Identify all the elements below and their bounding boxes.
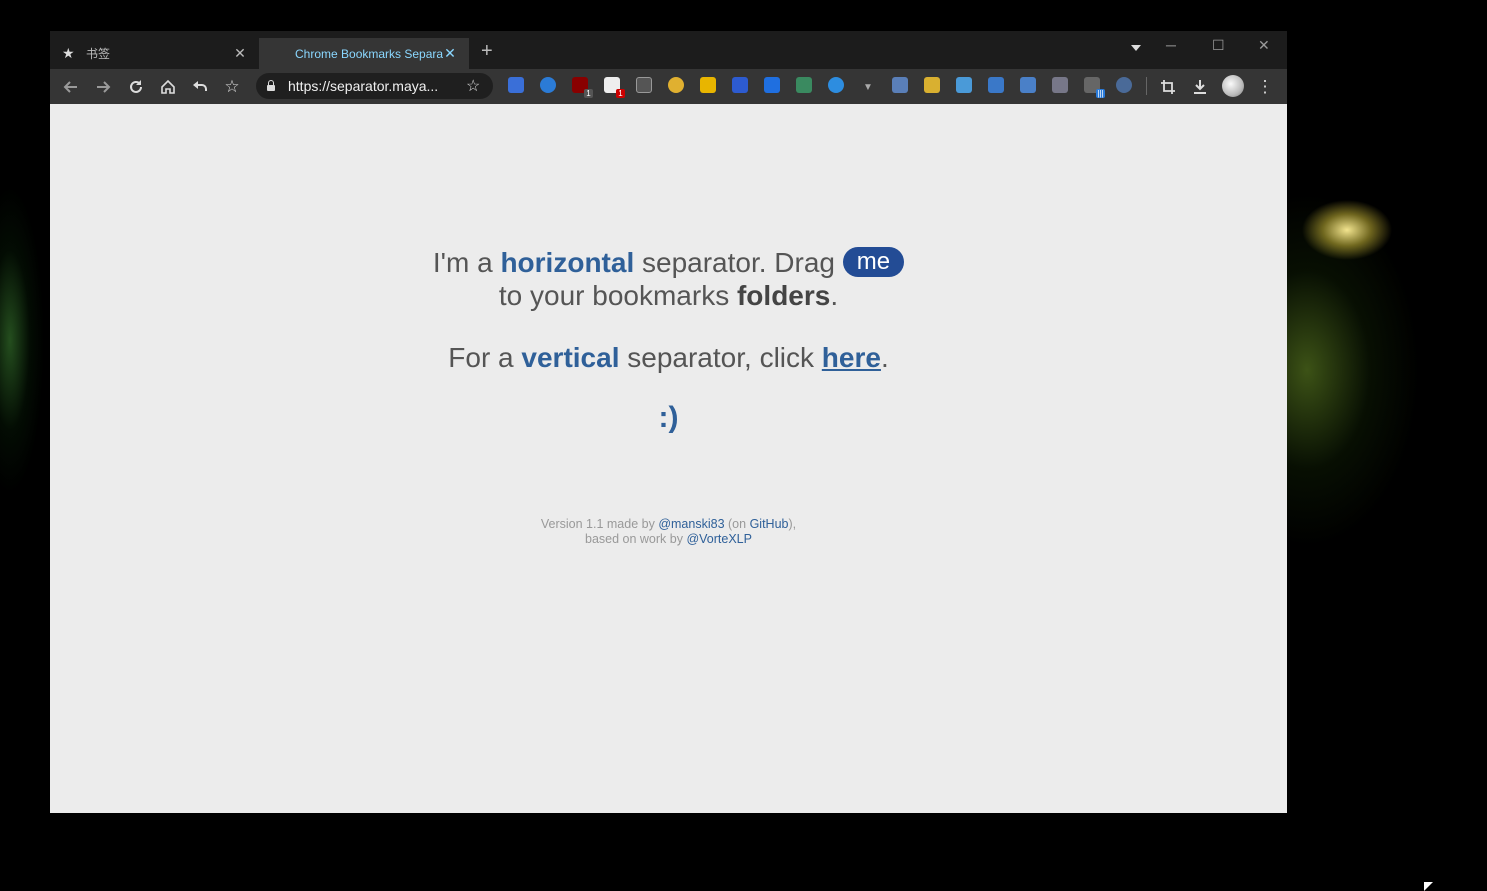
mouse-cursor — [1424, 882, 1433, 891]
credit-link[interactable]: @VorteXLP — [686, 532, 752, 546]
avatar[interactable] — [1222, 75, 1244, 97]
minimize-icon[interactable]: ─ — [1166, 37, 1176, 53]
github-link[interactable]: GitHub — [750, 517, 789, 531]
line3-prefix: For a — [448, 342, 514, 373]
vertical-keyword: vertical — [521, 342, 620, 373]
download-icon[interactable] — [1189, 76, 1211, 98]
desktop-wallpaper-glow-left — [0, 180, 50, 560]
image-extension-icon[interactable] — [1052, 77, 1068, 93]
smiley: :) — [658, 401, 679, 434]
z-extension-icon[interactable] — [764, 77, 780, 93]
footer-line-2: based on work by @VorteXLP — [50, 532, 1287, 546]
extension-icon[interactable]: 1 — [604, 77, 625, 98]
web-extension-icon[interactable] — [796, 77, 812, 93]
author-link[interactable]: @manski83 — [658, 517, 724, 531]
folders-keyword: folders — [736, 280, 831, 311]
browser-toolbar: ☆ https://separator.maya... ☆ 1 1 ▼ ||| — [50, 69, 1287, 104]
undo-icon[interactable] — [189, 76, 211, 98]
back-arrow-icon[interactable] — [60, 76, 82, 98]
translate-extension-icon[interactable] — [540, 77, 556, 93]
browser-window: ★ 书签 ✕ Chrome Bookmarks Separator ✕ + ─ … — [50, 31, 1287, 813]
user-extension-icon[interactable] — [1116, 77, 1132, 93]
ublock-extension-icon[interactable]: 1 — [572, 77, 593, 98]
folder-extension-icon[interactable] — [892, 77, 908, 93]
chat-extension-icon[interactable] — [732, 77, 748, 93]
tab-strip: ★ 书签 ✕ Chrome Bookmarks Separator ✕ + ─ … — [50, 31, 1287, 69]
tab-separator[interactable]: Chrome Bookmarks Separator ✕ — [259, 38, 469, 69]
close-icon[interactable]: ✕ — [443, 45, 457, 62]
cookie-extension-icon[interactable] — [668, 77, 684, 93]
address-bar[interactable]: https://separator.maya... ☆ — [256, 73, 493, 99]
bird-extension-icon[interactable] — [700, 77, 716, 93]
line2-suffix: . — [830, 280, 839, 311]
drag-me-separator[interactable]: me — [842, 247, 905, 277]
here-link[interactable]: here — [822, 342, 881, 373]
footer-line-1: Version 1.1 made by @manski83 (on GitHub… — [50, 517, 1287, 531]
based-text: based on work by — [585, 532, 683, 546]
vertical-line: For a vertical separator, click here. — [50, 342, 1287, 374]
tab-extension-icon[interactable]: ||| — [1084, 77, 1105, 98]
line1-prefix: I'm a — [432, 247, 493, 278]
headline-line-2: to your bookmarks folders. — [50, 280, 1287, 312]
headline-line-1: I'm a horizontal separator. Drag me — [50, 247, 1287, 279]
url-text[interactable]: https://separator.maya... — [288, 78, 458, 94]
line1-middle: separator. Drag — [642, 247, 835, 278]
tab-bookmarks[interactable]: ★ 书签 ✕ — [50, 38, 259, 69]
desktop-wallpaper-glow — [1287, 140, 1487, 700]
window-close-icon[interactable]: ✕ — [1258, 37, 1270, 54]
close-icon[interactable]: ✕ — [233, 45, 247, 62]
star-icon[interactable]: ☆ — [466, 76, 480, 96]
tab-search-chevron-down-icon[interactable] — [1131, 45, 1141, 51]
on-open: (on — [728, 517, 747, 531]
line3-suffix: . — [880, 342, 889, 373]
star-extension-icon[interactable] — [924, 77, 940, 93]
tab-title: Chrome Bookmarks Separator — [295, 46, 443, 61]
maximize-icon[interactable]: ☐ — [1212, 37, 1225, 54]
s-extension-icon[interactable] — [636, 77, 652, 93]
forward-arrow-icon[interactable] — [92, 76, 114, 98]
bookmark-extension-icon[interactable] — [508, 77, 524, 93]
toolbar-divider — [1146, 77, 1147, 95]
page-content: I'm a horizontal separator. Drag me to y… — [50, 104, 1287, 813]
bookmark-star-icon[interactable]: ☆ — [221, 76, 243, 98]
star-icon: ★ — [62, 45, 75, 61]
lock-icon — [267, 80, 275, 91]
chevron-down-icon[interactable]: ▼ — [857, 76, 879, 98]
line3-middle: separator, click — [627, 342, 815, 373]
horizontal-keyword: horizontal — [500, 247, 635, 278]
line2-prefix: to your bookmarks — [498, 280, 730, 311]
version-text: Version 1.1 made by — [540, 517, 655, 531]
menu-dots-icon[interactable]: ⋮ — [1254, 76, 1276, 98]
link-extension-icon[interactable] — [988, 77, 1004, 93]
tab-title: 书签 — [86, 47, 111, 61]
on-close: ), — [788, 517, 797, 531]
plus-icon[interactable]: + — [481, 40, 493, 63]
reload-icon[interactable] — [125, 76, 147, 98]
crop-icon[interactable] — [1157, 76, 1179, 98]
home-icon[interactable] — [157, 76, 179, 98]
map-extension-icon[interactable] — [1020, 77, 1036, 93]
filter-extension-icon[interactable] — [956, 77, 972, 93]
globe-extension-icon[interactable] — [828, 77, 844, 93]
